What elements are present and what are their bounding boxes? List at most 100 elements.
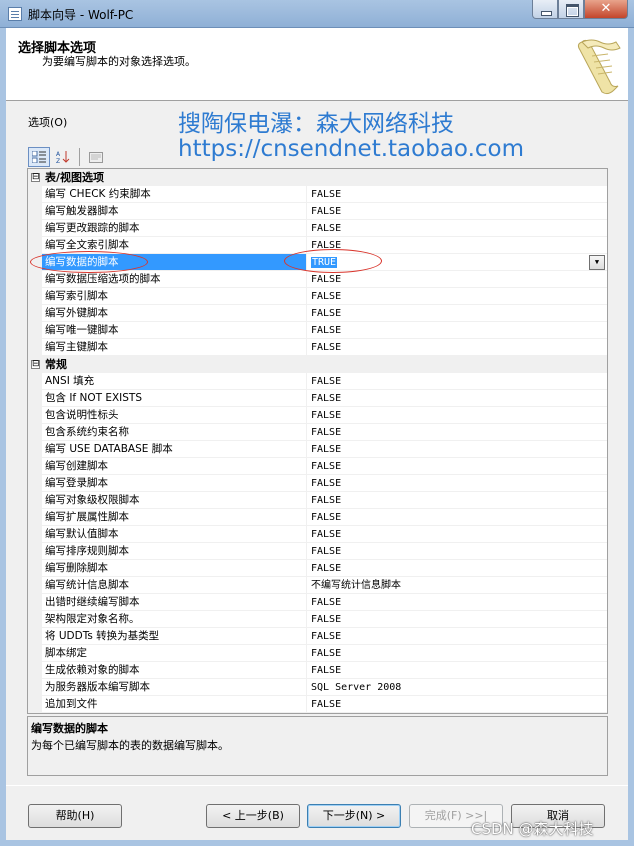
grid-row-value[interactable]: FALSE [307, 509, 607, 526]
alphabetical-button[interactable]: A Z [52, 147, 74, 167]
grid-row-name[interactable]: 编写数据的脚本 [42, 254, 307, 271]
grid-row-value[interactable]: FALSE [307, 305, 607, 322]
property-pages-button[interactable] [85, 147, 107, 167]
grid-row[interactable]: 编写创建脚本 FALSE [28, 458, 607, 475]
grid-row-value[interactable]: FALSE [307, 458, 607, 475]
property-grid[interactable]: ⊟ 表/视图选项 编写 CHECK 约束脚本 FALSE 编写触发器脚本 FALSE 编写更… [27, 168, 608, 714]
grid-row-value[interactable]: FALSE [307, 526, 607, 543]
grid-row-value[interactable]: 不编写统计信息脚本 [307, 577, 607, 594]
grid-row[interactable]: 为服务器版本编写脚本 SQL Server 2008 [28, 679, 607, 696]
grid-row-value[interactable]: FALSE [307, 662, 607, 679]
grid-row-name[interactable]: 生成依赖对象的脚本 [42, 662, 307, 679]
grid-row[interactable]: 编写 CHECK 约束脚本 FALSE [28, 186, 607, 203]
grid-row-value[interactable]: FALSE [307, 322, 607, 339]
grid-row-name[interactable]: 编写索引脚本 [42, 288, 307, 305]
grid-row[interactable]: 编写排序规则脚本 FALSE [28, 543, 607, 560]
grid-row[interactable]: 编写数据压缩选项的脚本 FALSE [28, 271, 607, 288]
grid-row[interactable]: 包含说明性标头 FALSE [28, 407, 607, 424]
grid-row-value[interactable]: FALSE [307, 560, 607, 577]
grid-row-value[interactable]: FALSE [307, 220, 607, 237]
grid-row-value[interactable]: FALSE [307, 696, 607, 713]
grid-row-value[interactable]: FALSE [307, 339, 607, 356]
grid-row-name[interactable]: 将 UDDTs 转换为基类型 [42, 628, 307, 645]
collapse-icon[interactable]: ⊟ [31, 360, 40, 369]
grid-row-value[interactable]: FALSE [307, 390, 607, 407]
grid-row-name[interactable]: 编写触发器脚本 [42, 203, 307, 220]
grid-row-name[interactable]: 编写 USE DATABASE 脚本 [42, 441, 307, 458]
grid-row-name[interactable]: 编写删除脚本 [42, 560, 307, 577]
grid-row-name[interactable]: 编写主键脚本 [42, 339, 307, 356]
grid-row-value[interactable]: FALSE [307, 611, 607, 628]
grid-row[interactable]: 生成依赖对象的脚本 FALSE [28, 662, 607, 679]
categorized-button[interactable] [28, 147, 50, 167]
grid-category[interactable]: ⊟ 表/视图选项 [28, 169, 607, 186]
grid-row-name[interactable]: 编写登录脚本 [42, 475, 307, 492]
grid-row-value[interactable]: FALSE [307, 594, 607, 611]
grid-row[interactable]: 编写唯一键脚本 FALSE [28, 322, 607, 339]
grid-row[interactable]: 编写对象级权限脚本 FALSE [28, 492, 607, 509]
grid-row-name[interactable]: 编写默认值脚本 [42, 526, 307, 543]
grid-row-name[interactable]: 编写数据压缩选项的脚本 [42, 271, 307, 288]
grid-row[interactable]: 编写默认值脚本 FALSE [28, 526, 607, 543]
grid-row-name[interactable]: 编写外键脚本 [42, 305, 307, 322]
grid-row[interactable]: 包含 If NOT EXISTS FALSE [28, 390, 607, 407]
grid-row-value[interactable]: FALSE [307, 492, 607, 509]
grid-row-name[interactable]: 追加到文件 [42, 696, 307, 713]
title-bar[interactable]: 脚本向导 - Wolf-PC ✕ [0, 0, 634, 28]
grid-row-name[interactable]: 编写对象级权限脚本 [42, 492, 307, 509]
grid-row-value[interactable]: FALSE [307, 628, 607, 645]
dropdown-arrow-icon[interactable]: ▼ [589, 255, 605, 270]
grid-row-name[interactable]: 包含说明性标头 [42, 407, 307, 424]
grid-row-value[interactable]: FALSE [307, 237, 607, 254]
next-button[interactable]: 下一步(N) > [307, 804, 401, 828]
back-button[interactable]: < 上一步(B) [206, 804, 300, 828]
grid-row[interactable]: 编写主键脚本 FALSE [28, 339, 607, 356]
maximize-button[interactable] [558, 0, 584, 19]
minimize-button[interactable] [532, 0, 558, 19]
grid-row[interactable]: 编写统计信息脚本 不编写统计信息脚本 [28, 577, 607, 594]
grid-row-name[interactable]: 编写统计信息脚本 [42, 577, 307, 594]
grid-row-value[interactable]: FALSE [307, 441, 607, 458]
grid-row-value[interactable]: SQL Server 2008 [307, 679, 607, 696]
grid-row-value[interactable]: FALSE [307, 645, 607, 662]
grid-row-name[interactable]: 编写唯一键脚本 [42, 322, 307, 339]
grid-row-name[interactable]: 脚本绑定 [42, 645, 307, 662]
grid-row[interactable]: 编写索引脚本 FALSE [28, 288, 607, 305]
grid-row[interactable]: 编写删除脚本 FALSE [28, 560, 607, 577]
grid-row-value[interactable]: FALSE [307, 543, 607, 560]
grid-row-name[interactable]: 包含系统约束名称 [42, 424, 307, 441]
close-button[interactable]: ✕ [584, 0, 628, 19]
help-button[interactable]: 帮助(H) [28, 804, 122, 828]
grid-row[interactable]: 编写登录脚本 FALSE [28, 475, 607, 492]
grid-row[interactable]: 出错时继续编写脚本 FALSE [28, 594, 607, 611]
grid-row-value[interactable]: FALSE [307, 373, 607, 390]
grid-row[interactable]: 编写扩展属性脚本 FALSE [28, 509, 607, 526]
grid-row-name[interactable]: 架构限定对象名称。 [42, 611, 307, 628]
grid-row-name[interactable]: 包含 If NOT EXISTS [42, 390, 307, 407]
grid-row[interactable]: 编写更改跟踪的脚本 FALSE [28, 220, 607, 237]
grid-row-name[interactable]: 为服务器版本编写脚本 [42, 679, 307, 696]
grid-row-value[interactable]: FALSE [307, 407, 607, 424]
grid-row-name[interactable]: 编写排序规则脚本 [42, 543, 307, 560]
grid-category[interactable]: ⊟ 常规 [28, 356, 607, 373]
grid-row-name[interactable]: 出错时继续编写脚本 [42, 594, 307, 611]
grid-row-name[interactable]: 编写更改跟踪的脚本 [42, 220, 307, 237]
grid-row[interactable]: 编写触发器脚本 FALSE [28, 203, 607, 220]
grid-row[interactable]: 架构限定对象名称。 FALSE [28, 611, 607, 628]
grid-row-name[interactable]: 编写扩展属性脚本 [42, 509, 307, 526]
grid-row[interactable]: 追加到文件 FALSE [28, 696, 607, 713]
grid-row[interactable]: 编写 USE DATABASE 脚本 FALSE [28, 441, 607, 458]
grid-row-name[interactable]: 编写 CHECK 约束脚本 [42, 186, 307, 203]
grid-row-value[interactable]: FALSE [307, 424, 607, 441]
grid-row[interactable]: 包含系统约束名称 FALSE [28, 424, 607, 441]
grid-row-value[interactable]: FALSE [307, 203, 607, 220]
grid-row[interactable]: 脚本绑定 FALSE [28, 645, 607, 662]
grid-row[interactable]: 将 UDDTs 转换为基类型 FALSE [28, 628, 607, 645]
grid-row-value[interactable]: FALSE [307, 475, 607, 492]
grid-row-name[interactable]: 编写创建脚本 [42, 458, 307, 475]
grid-row-value[interactable]: FALSE [307, 186, 607, 203]
grid-row[interactable]: 编写外键脚本 FALSE [28, 305, 607, 322]
collapse-icon[interactable]: ⊟ [31, 173, 40, 182]
grid-row[interactable]: 编写数据的脚本 TRUE ▼ [28, 254, 607, 271]
grid-row-name[interactable]: 编写全文索引脚本 [42, 237, 307, 254]
